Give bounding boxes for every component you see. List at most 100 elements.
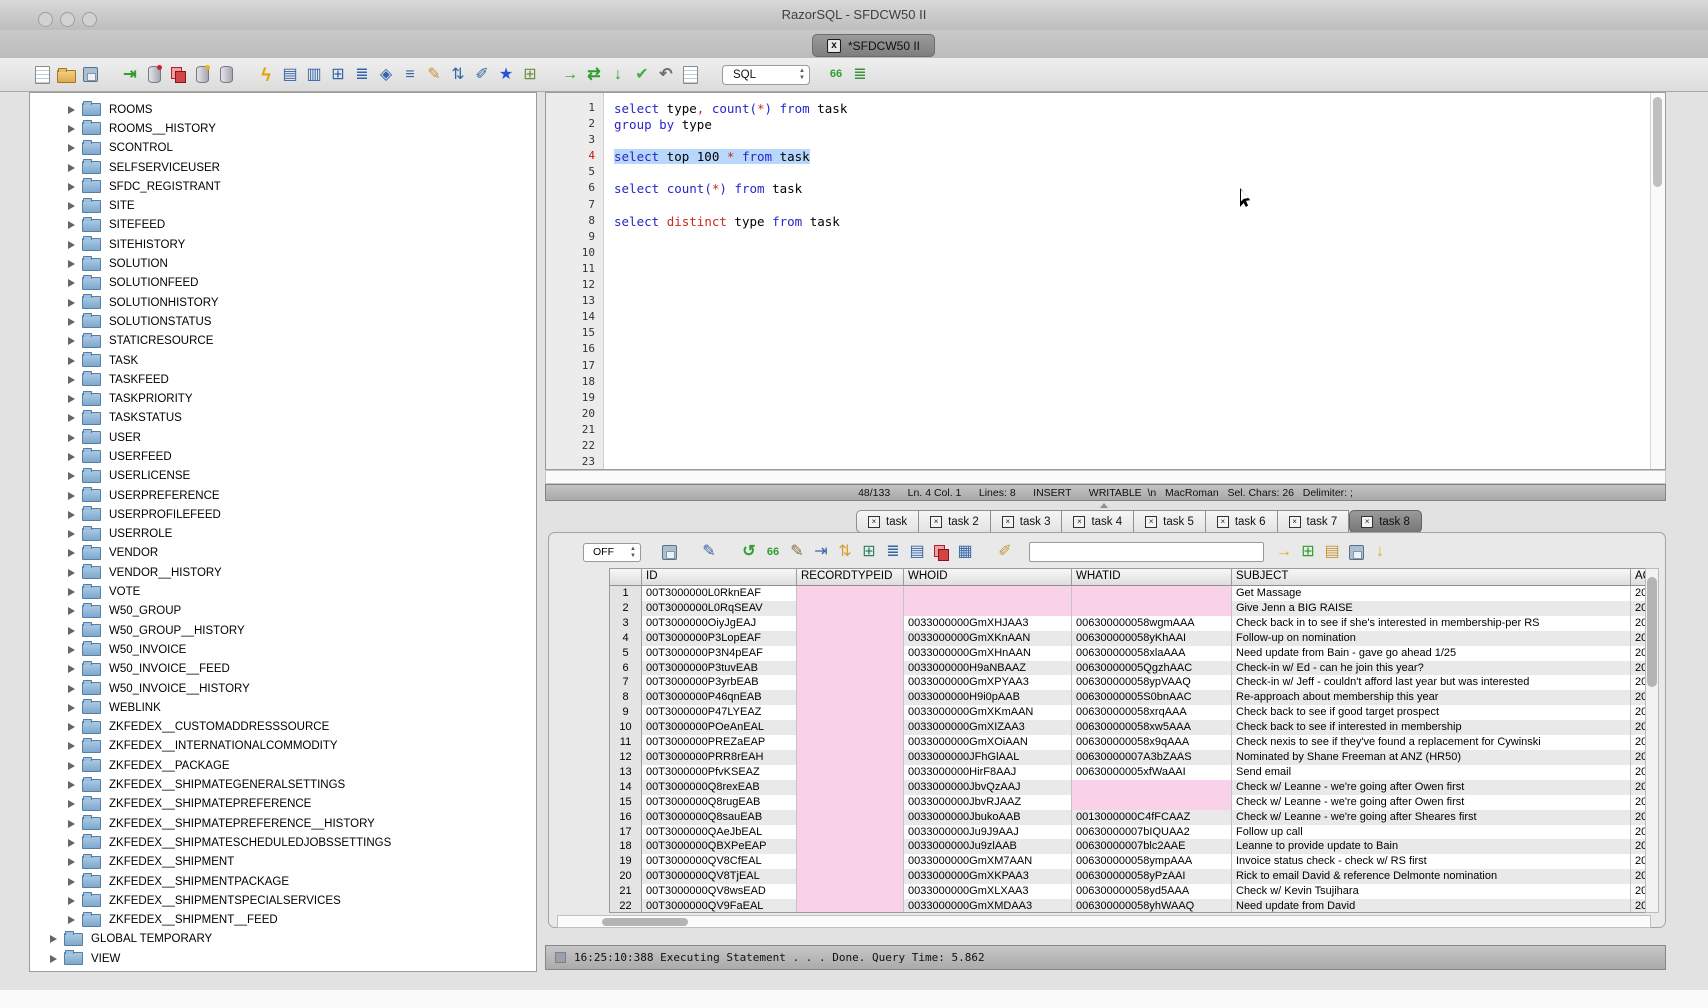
splitter-grip-icon[interactable] <box>1100 503 1108 508</box>
table-cell[interactable]: 0033000000GmXHJAA3 <box>904 616 1072 631</box>
tree-item[interactable]: TASKPRIORITY <box>30 389 536 408</box>
table-cell[interactable]: 0033000000GmXHnAAN <box>904 646 1072 661</box>
tree-item[interactable]: ZKFEDEX__SHIPMENT <box>30 853 536 872</box>
code-line[interactable]: select distinct type from task <box>614 214 1650 230</box>
table-cell[interactable]: 006300000058xrqAAA <box>1072 705 1232 720</box>
table-cell[interactable] <box>797 810 904 825</box>
results-horizontal-scrollbar[interactable] <box>557 915 1651 928</box>
table-cell[interactable] <box>797 854 904 869</box>
table-cell[interactable]: 0033000000GmXIZAA3 <box>904 720 1072 735</box>
table-cell[interactable] <box>797 899 904 913</box>
disclosure-triangle-icon[interactable] <box>68 260 75 268</box>
table-cell[interactable]: 006300000058yPzAAI <box>1072 869 1232 884</box>
code-line[interactable] <box>614 407 1650 423</box>
table-row[interactable]: 1600T3000000Q8sauEAB 0033000000JbukoAAB00… <box>610 810 1650 825</box>
table-cell[interactable] <box>1072 601 1232 616</box>
code-line[interactable] <box>614 310 1650 326</box>
table-cell[interactable]: 0033000000GmXOiAAN <box>904 735 1072 750</box>
code-line[interactable] <box>614 246 1650 262</box>
tree-item[interactable]: ZKFEDEX__SHIPMENTSPECIALSERVICES <box>30 891 536 910</box>
table-cell[interactable]: 0033000000GmXKnAAN <box>904 631 1072 646</box>
result-tab[interactable]: ×task <box>856 510 919 533</box>
table-cell[interactable] <box>797 869 904 884</box>
next-statement-icon[interactable]: ↓ <box>606 64 630 86</box>
row-number-cell[interactable]: 16 <box>610 810 642 825</box>
disclosure-triangle-icon[interactable] <box>68 858 75 866</box>
table-row[interactable]: 2000T3000000QV8TjEAL0033000000GmXKPAA300… <box>610 869 1650 884</box>
format-sql-icon[interactable]: ✐ <box>470 64 494 86</box>
result-tab[interactable]: ×task 8 <box>1349 510 1422 533</box>
close-tab-icon[interactable]: x <box>827 39 841 53</box>
table-cell[interactable] <box>797 705 904 720</box>
new-connection-icon[interactable] <box>190 64 214 86</box>
disclosure-triangle-icon[interactable] <box>68 530 75 538</box>
result-tab[interactable]: ×task 6 <box>1206 510 1278 533</box>
table-cell[interactable] <box>797 586 904 601</box>
table-cell[interactable]: 0013000000C4fFCAAZ <box>1072 810 1232 825</box>
table-cell[interactable] <box>797 720 904 735</box>
code-line[interactable] <box>614 342 1650 358</box>
table-row[interactable]: 300T3000000OiyJgEAJ0033000000GmXHJAA3006… <box>610 616 1650 631</box>
row-number-cell[interactable]: 10 <box>610 720 642 735</box>
table-row[interactable]: 1700T3000000QAeJbEAL0033000000Ju9J9AAJ00… <box>610 825 1650 840</box>
close-tab-icon[interactable]: × <box>1361 516 1373 528</box>
table-cell[interactable]: 0033000000JFhGlAAL <box>904 750 1072 765</box>
disclosure-triangle-icon[interactable] <box>68 569 75 577</box>
save-grid-icon[interactable] <box>1344 541 1368 563</box>
column-header[interactable]: RECORDTYPEID <box>797 569 904 585</box>
column-header[interactable]: ID <box>642 569 797 585</box>
table-cell[interactable]: 0033000000GmXKPAA3 <box>904 869 1072 884</box>
reference-book-icon[interactable]: ◈ <box>374 64 398 86</box>
table-cell[interactable]: 00T3000000P3yrbEAB <box>642 675 797 690</box>
row-details-icon[interactable]: ≣ <box>881 541 905 563</box>
row-number-cell[interactable]: 11 <box>610 735 642 750</box>
code-line[interactable] <box>614 375 1650 391</box>
table-cell[interactable]: 00T3000000P3LopEAF <box>642 631 797 646</box>
reload-table-icon[interactable]: ⊞ <box>857 541 881 563</box>
disclosure-triangle-icon[interactable] <box>68 125 75 133</box>
table-cell[interactable]: 0033000000GmXKmAAN <box>904 705 1072 720</box>
table-row[interactable]: 1500T3000000Q8rugEAB0033000000JbvRJAAZCh… <box>610 795 1650 810</box>
table-cell[interactable]: 0033000000JbukoAAB <box>904 810 1072 825</box>
disclosure-triangle-icon[interactable] <box>68 453 75 461</box>
results-vertical-scrollbar[interactable] <box>1645 568 1659 913</box>
table-cell[interactable]: Send email <box>1232 765 1631 780</box>
tree-item[interactable]: TASKSTATUS <box>30 409 536 428</box>
table-row[interactable]: 2200T3000000QV9FaEAL0033000000GmXMDAA300… <box>610 899 1650 913</box>
code-line[interactable] <box>614 326 1650 342</box>
close-tab-icon[interactable]: × <box>1145 516 1157 528</box>
edit-results-icon[interactable]: ✎ <box>785 541 809 563</box>
insert-row-icon[interactable]: ⇥ <box>809 541 833 563</box>
table-cell[interactable] <box>797 631 904 646</box>
stepper-icon[interactable]: ▲▼ <box>630 546 636 560</box>
table-cell[interactable] <box>797 750 904 765</box>
tree-item[interactable]: W50_INVOICE <box>30 640 536 659</box>
code-line[interactable]: group by type <box>614 117 1650 133</box>
result-tab[interactable]: ×task 3 <box>991 510 1063 533</box>
table-cell[interactable] <box>797 795 904 810</box>
table-cell[interactable]: 006300000058x9qAAA <box>1072 735 1232 750</box>
go-forward-icon[interactable]: → <box>558 64 582 86</box>
table-cell[interactable]: 0033000000Ju9J9AAJ <box>904 825 1072 840</box>
schema-list-icon[interactable]: ≡ <box>398 64 422 86</box>
export-results-icon[interactable]: ⊞ <box>1296 541 1320 563</box>
table-cell[interactable]: Check w/ Kevin Tsujihara <box>1232 884 1631 899</box>
table-cell[interactable]: Need update from Bain - gave go ahead 1/… <box>1232 646 1631 661</box>
close-tab-icon[interactable]: × <box>1073 516 1085 528</box>
table-cell[interactable]: 00T3000000Q8rexEAB <box>642 780 797 795</box>
row-number-cell[interactable]: 3 <box>610 616 642 631</box>
row-number-cell[interactable]: 8 <box>610 690 642 705</box>
tree-item[interactable]: W50_GROUP__HISTORY <box>30 621 536 640</box>
table-cell[interactable] <box>797 780 904 795</box>
scrollbar-thumb[interactable] <box>602 918 688 926</box>
table-cell[interactable]: 00T3000000Q8sauEAB <box>642 810 797 825</box>
table-row[interactable]: 1400T3000000Q8rexEAB0033000000JbvQzAAJCh… <box>610 780 1650 795</box>
disclosure-triangle-icon[interactable] <box>68 299 75 307</box>
table-cell[interactable] <box>797 616 904 631</box>
table-cell[interactable]: 00T3000000L0RqSEAV <box>642 601 797 616</box>
row-number-cell[interactable]: 20 <box>610 869 642 884</box>
table-cell[interactable]: 0033000000JbvRJAAZ <box>904 795 1072 810</box>
results-filter-input[interactable] <box>1029 542 1264 562</box>
table-cell[interactable] <box>797 601 904 616</box>
disclosure-triangle-icon[interactable] <box>50 935 57 943</box>
